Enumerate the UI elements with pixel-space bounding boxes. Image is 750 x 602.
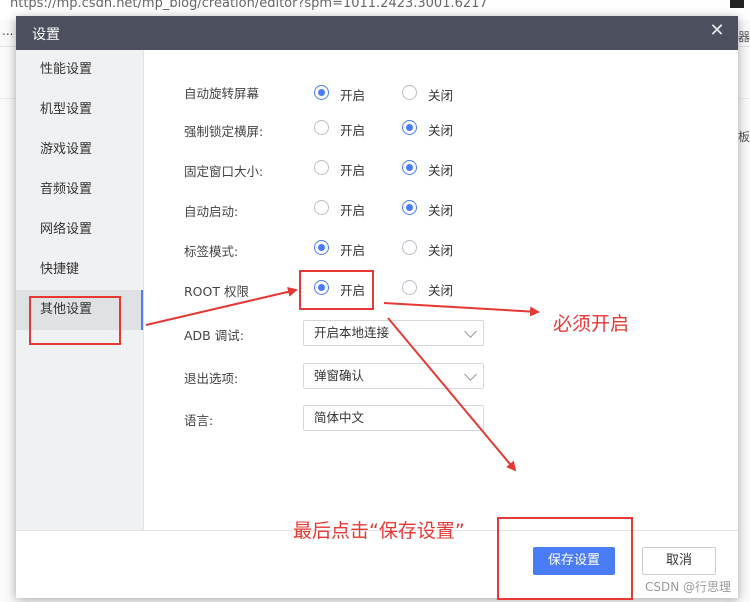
- tab-mode-off-radio[interactable]: [402, 240, 417, 255]
- background-left-strip: [0, 20, 16, 602]
- root-off-radio[interactable]: [402, 280, 417, 295]
- dialog-titlebar: 设置 ✕: [16, 16, 738, 50]
- tab-mode-on-text: 开启: [340, 243, 366, 258]
- exit-option-value: 弹窗确认: [314, 368, 365, 383]
- auto-start-on-radio[interactable]: [314, 200, 329, 215]
- auto-start-off-text: 关闭: [428, 203, 454, 218]
- root-off-text: 关闭: [428, 283, 454, 298]
- annotation-box-other-settings: [29, 296, 121, 345]
- fixed-window-off-text: 关闭: [428, 163, 454, 178]
- auto-rotate-label: 自动旋转屏幕: [184, 86, 260, 101]
- fixed-window-on-text: 开启: [340, 163, 366, 178]
- sidebar-item-game[interactable]: 游戏设置: [16, 130, 143, 170]
- settings-dialog: 设置 ✕ 性能设置 机型设置 游戏设置 音频设置 网络设置 快捷键 其他设置 自…: [16, 16, 738, 598]
- annotation-must-enable: 必须开启: [553, 313, 630, 335]
- tab-mode-label: 标签模式:: [184, 244, 239, 259]
- dialog-title: 设置: [32, 27, 60, 43]
- force-landscape-label: 强制锁定横屏:: [184, 124, 264, 139]
- sidebar-item-performance[interactable]: 性能设置: [16, 50, 143, 90]
- background-fragment: 板: [738, 130, 750, 144]
- csdn-watermark: CSDN @行思理: [645, 580, 732, 594]
- cancel-button[interactable]: 取消: [642, 547, 716, 575]
- sidebar-item-network[interactable]: 网络设置: [16, 210, 143, 250]
- settings-content: 自动旋转屏幕 开启 关闭 强制锁定横屏: 开启 关闭 固定窗口大小: 开启 关闭…: [144, 50, 738, 530]
- sidebar-item-device-model[interactable]: 机型设置: [16, 90, 143, 130]
- auto-rotate-on-text: 开启: [340, 88, 366, 103]
- force-landscape-off-text: 关闭: [428, 123, 454, 138]
- settings-sidebar: 性能设置 机型设置 游戏设置 音频设置 网络设置 快捷键 其他设置: [16, 50, 144, 530]
- chevron-down-icon: [464, 325, 477, 338]
- root-permission-label: ROOT 权限: [184, 284, 249, 299]
- close-icon[interactable]: ✕: [708, 22, 726, 40]
- force-landscape-on-text: 开启: [340, 123, 366, 138]
- sidebar-item-shortcuts[interactable]: 快捷键: [16, 250, 143, 290]
- background-ellipsis: ...: [2, 24, 14, 38]
- auto-rotate-off-text: 关闭: [428, 88, 454, 103]
- force-landscape-off-radio[interactable]: [402, 120, 417, 135]
- background-fragment: 器: [738, 30, 750, 44]
- tab-mode-off-text: 关闭: [428, 243, 454, 258]
- tab-mode-on-radio[interactable]: [314, 240, 329, 255]
- sidebar-item-audio[interactable]: 音频设置: [16, 170, 143, 210]
- fixed-window-off-radio[interactable]: [402, 160, 417, 175]
- auto-rotate-on-radio[interactable]: [314, 85, 329, 100]
- auto-rotate-off-radio[interactable]: [402, 85, 417, 100]
- chevron-down-icon: [464, 368, 477, 381]
- exit-option-select[interactable]: 弹窗确认: [303, 363, 484, 389]
- language-select[interactable]: 简体中文: [303, 405, 484, 431]
- qr-code-icon: [730, 0, 744, 8]
- language-value: 简体中文: [314, 410, 365, 425]
- auto-start-on-text: 开启: [340, 203, 366, 218]
- adb-debug-select[interactable]: 开启本地连接: [303, 320, 484, 346]
- annotation-box-save-button: [497, 517, 633, 600]
- browser-url-text: https://mp.csdn.net/mp_blog/creation/edi…: [10, 0, 488, 11]
- adb-debug-label: ADB 调试:: [184, 328, 244, 343]
- annotation-finally-click: 最后点击“保存设置”: [293, 520, 465, 542]
- adb-debug-value: 开启本地连接: [314, 325, 390, 340]
- annotation-box-root-on: [299, 270, 374, 310]
- fixed-window-on-radio[interactable]: [314, 160, 329, 175]
- auto-start-label: 自动启动:: [184, 204, 239, 219]
- auto-start-off-radio[interactable]: [402, 200, 417, 215]
- force-landscape-on-radio[interactable]: [314, 120, 329, 135]
- fixed-window-label: 固定窗口大小:: [184, 164, 264, 179]
- language-label: 语言:: [184, 413, 214, 428]
- exit-option-label: 退出选项:: [184, 371, 239, 386]
